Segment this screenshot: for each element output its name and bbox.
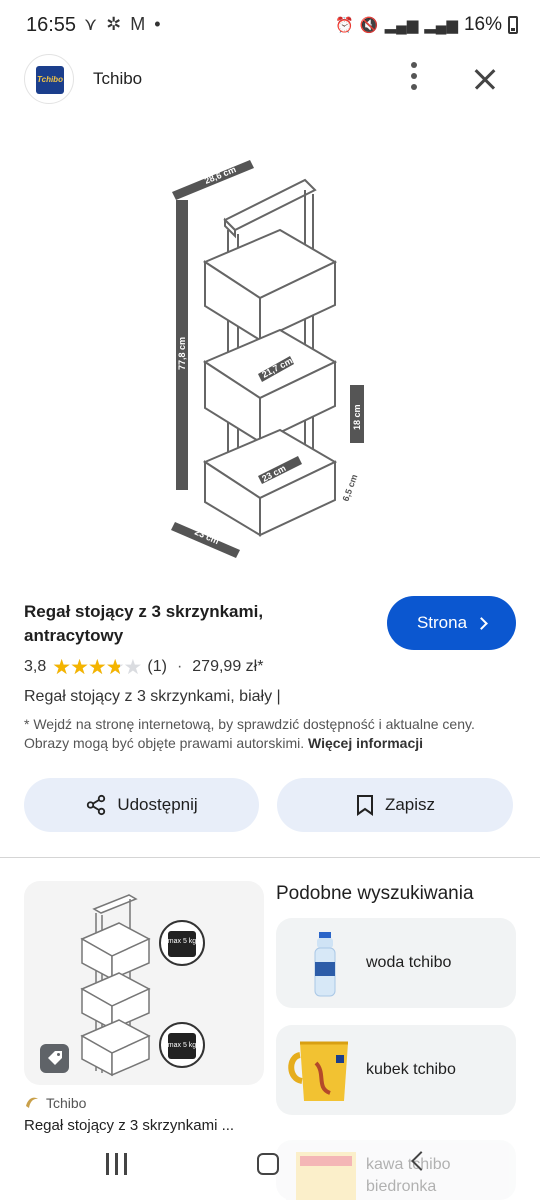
battery-icon xyxy=(508,16,518,34)
dim-label-height: 77,8 cm xyxy=(177,337,187,370)
more-options-button[interactable] xyxy=(400,62,428,94)
signal-icon: ▂▄▆ xyxy=(384,17,419,34)
similar-item-label: woda tchibo xyxy=(366,954,452,971)
site-logo[interactable]: Tchibo xyxy=(24,54,74,104)
status-right-icons: ⏰ 🔇 ▂▄▆ ▂▄▆ 16% xyxy=(335,14,518,36)
signal-2-icon: ▂▄▆ xyxy=(424,17,458,34)
visit-button-label: Strona xyxy=(416,613,468,632)
product-image[interactable]: 28,6 cm 77,8 cm 21,7 cm 18 cm 23 cm 23 c… xyxy=(150,130,400,570)
site-name[interactable]: Tchibo xyxy=(93,69,142,89)
alt-product-title: Regał stojący z 3 skrzynkami, biały | xyxy=(24,688,281,705)
price: 279,99 zł* xyxy=(192,658,264,675)
visit-site-button[interactable]: Strona xyxy=(387,596,516,650)
header: Tchibo Tchibo xyxy=(0,52,540,108)
chevron-right-icon xyxy=(475,616,488,630)
back-button[interactable] xyxy=(411,1151,431,1171)
system-nav-bar xyxy=(0,1140,540,1200)
water-bottle-thumbnail xyxy=(286,926,364,1000)
tag-badge xyxy=(40,1044,69,1073)
close-button[interactable] xyxy=(468,62,504,98)
product-title: Regał stojący z 3 skrzynkami, antracytow… xyxy=(24,602,264,645)
alarm-icon: ⏰ xyxy=(335,17,354,34)
rating-value: 3,8 xyxy=(24,658,47,675)
section-divider xyxy=(0,857,540,858)
disclaimer: * Wejdź na stronę internetową, by sprawd… xyxy=(24,715,494,753)
rating-stars: ★★★★★ ★★★★★ xyxy=(52,655,142,679)
weight-label-2: max 5 kg xyxy=(168,1042,197,1049)
battery-percent: 16% xyxy=(463,14,502,35)
related-title[interactable]: Regał stojący z 3 skrzynkami ... xyxy=(24,1117,264,1135)
recent-apps-button[interactable] xyxy=(104,1153,130,1175)
status-bar: 16:55 ⋎ ✲ M • ⏰ 🔇 ▂▄▆ ▂▄▆ 16% xyxy=(0,0,540,52)
related-source-name: Tchibo xyxy=(46,1095,87,1111)
bookmark-icon xyxy=(356,795,373,816)
status-time: 16:55 xyxy=(26,14,77,36)
related-source: Tchibo xyxy=(24,1095,86,1111)
more-info-link[interactable]: Więcej informacji xyxy=(308,735,423,751)
similar-item-woda[interactable]: woda tchibo xyxy=(276,918,516,1008)
save-button[interactable]: Zapisz xyxy=(277,778,513,832)
dim-label-width: 28,6 cm xyxy=(203,164,237,186)
mug-thumbnail xyxy=(286,1033,364,1107)
save-label: Zapisz xyxy=(384,795,436,814)
separator-dot: · xyxy=(176,658,183,675)
similar-item-label: kubek tchibo xyxy=(366,1061,456,1078)
share-button[interactable]: Udostępnij xyxy=(24,778,259,832)
tchibo-logo-icon: Tchibo xyxy=(36,66,64,94)
similar-searches-heading: Podobne wyszukiwania xyxy=(276,883,474,904)
notification-icons: ⋎ ✲ M • xyxy=(84,14,163,34)
similar-item-kubek[interactable]: kubek tchibo xyxy=(276,1025,516,1115)
tchibo-favicon-icon xyxy=(26,1097,38,1108)
share-icon xyxy=(87,794,106,816)
home-button[interactable] xyxy=(257,1153,279,1175)
review-count[interactable]: (1) xyxy=(147,658,167,676)
mute-icon: 🔇 xyxy=(359,17,379,34)
price-tag-icon xyxy=(48,1051,62,1065)
rating-row: 3,8 ★★★★★ ★★★★★ (1) · 279,99 zł* xyxy=(24,655,264,679)
dim-label-box-height: 18 cm xyxy=(352,404,362,430)
weight-label-1: max 5 kg xyxy=(168,938,197,945)
dim-label-foot: 6,5 cm xyxy=(340,473,359,503)
share-label: Udostępnij xyxy=(117,795,198,814)
